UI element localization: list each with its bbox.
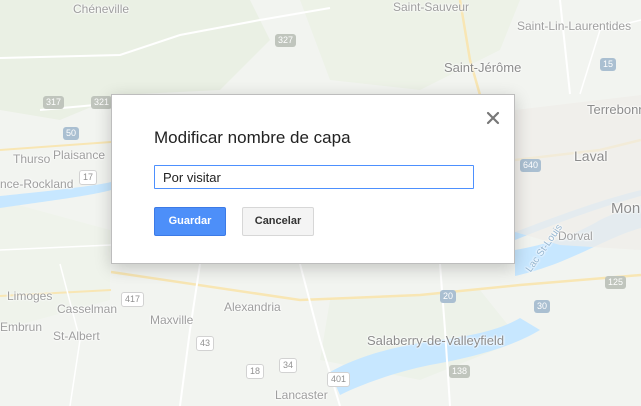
save-button[interactable]: Guardar: [154, 207, 226, 236]
layer-name-input[interactable]: [154, 165, 474, 189]
cancel-button[interactable]: Cancelar: [242, 207, 314, 236]
close-icon[interactable]: [484, 109, 502, 127]
dialog-title: Modificar nombre de capa: [154, 128, 351, 147]
rename-layer-dialog: Modificar nombre de capa Guardar Cancela…: [111, 94, 515, 264]
